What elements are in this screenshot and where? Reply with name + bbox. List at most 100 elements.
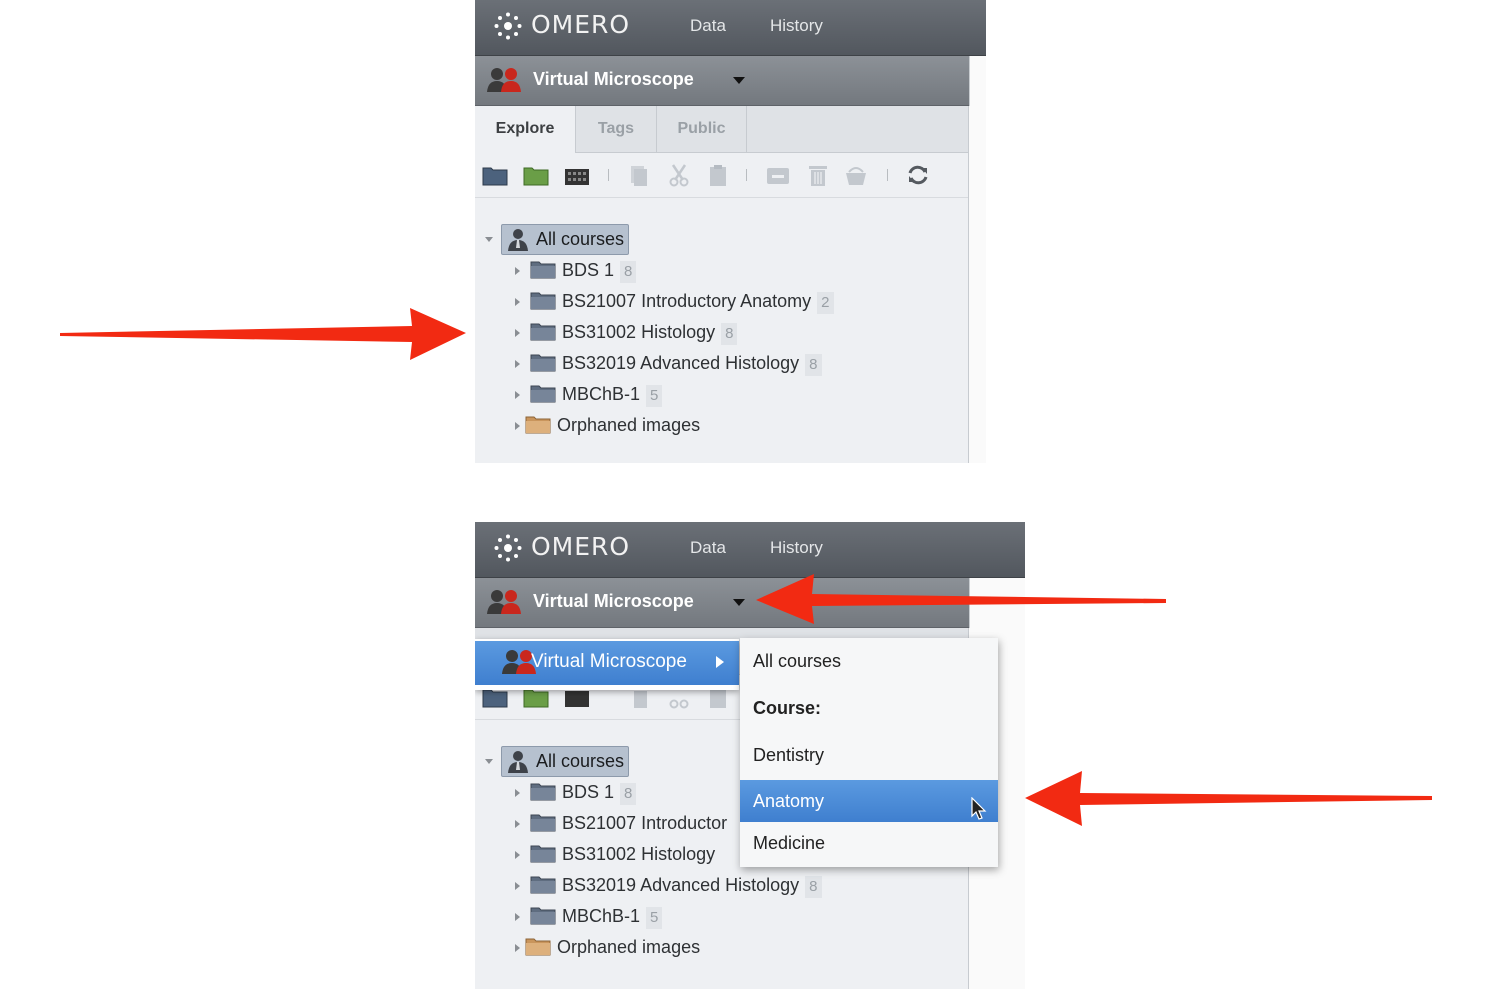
tab-public[interactable]: Public: [657, 106, 747, 152]
tree-item-label: BDS 1: [562, 260, 615, 280]
toolbar-divider: [746, 169, 747, 181]
folder-icon: [530, 905, 556, 925]
group-submenu: All courses Course: Dentistry Anatomy Me…: [740, 638, 998, 867]
cut-icon[interactable]: [666, 163, 692, 187]
copy-icon[interactable]: [626, 163, 652, 187]
right-pane-header: [969, 578, 1025, 628]
group-name: Virtual Microscope: [533, 591, 694, 611]
expand-icon[interactable]: [515, 360, 520, 369]
tree-item-label: Orphaned images: [557, 937, 701, 957]
tab-explore[interactable]: Explore: [475, 106, 576, 153]
top-navbar: OMERO Data History: [475, 522, 1025, 578]
omero-logo-text[interactable]: OMERO: [531, 10, 630, 39]
pane-divider[interactable]: [968, 106, 969, 463]
refresh-icon[interactable]: [905, 163, 931, 187]
group-selector[interactable]: Virtual Microscope: [475, 578, 969, 628]
submenu-item-all-courses[interactable]: All courses: [740, 640, 998, 682]
nav-history[interactable]: History: [770, 538, 823, 558]
tree-item[interactable]: MBChB-1 5: [515, 380, 663, 408]
mouse-cursor-icon: [971, 797, 987, 820]
new-screen-icon[interactable]: [564, 163, 590, 187]
toolbar-divider: [887, 169, 888, 181]
tree-item-label: Orphaned images: [557, 415, 701, 435]
tree-item[interactable]: BS31002 Histology: [515, 840, 715, 868]
submenu-arrow-icon: [716, 656, 724, 668]
folder-icon: [530, 843, 556, 863]
tree-item-label: BS32019 Advanced Histology: [562, 875, 800, 895]
tree-item-label: BS21007 Introductor: [562, 813, 728, 833]
tree-item[interactable]: BS32019 Advanced Histology 8: [515, 349, 822, 377]
tree-item-label: BDS 1: [562, 782, 615, 802]
delete-icon[interactable]: [805, 163, 831, 187]
child-count-badge: 8: [805, 876, 822, 898]
submenu-item-anatomy[interactable]: Anatomy: [740, 780, 998, 822]
chevron-down-icon[interactable]: [733, 77, 745, 84]
nav-data[interactable]: Data: [690, 16, 726, 36]
group-dropdown-menu: Virtual Microscope: [475, 639, 739, 690]
omero-panel-top: OMERO Data History Virtual Microscope Ex…: [475, 0, 986, 463]
expand-icon[interactable]: [515, 882, 520, 891]
remove-icon[interactable]: [765, 163, 791, 187]
child-count-badge: 5: [646, 907, 663, 929]
new-project-icon[interactable]: [482, 163, 508, 187]
right-pane-header: [969, 56, 986, 106]
expand-icon[interactable]: [515, 422, 520, 431]
folder-icon: [530, 321, 556, 341]
folder-icon: [530, 874, 556, 894]
omero-logo-icon[interactable]: [494, 534, 522, 562]
tree-item[interactable]: BS32019 Advanced Histology 8: [515, 871, 822, 899]
submenu-item-medicine[interactable]: Medicine: [740, 822, 998, 864]
expand-icon[interactable]: [515, 298, 520, 307]
tree-root-all-courses[interactable]: All courses: [501, 224, 630, 255]
expand-icon[interactable]: [515, 944, 520, 953]
group-selector[interactable]: Virtual Microscope: [475, 56, 969, 106]
omero-logo-text[interactable]: OMERO: [531, 532, 630, 561]
tree-root-label: All courses: [536, 751, 625, 771]
tree-item[interactable]: BS21007 Introductory Anatomy 2: [515, 287, 834, 315]
folder-icon: [530, 812, 556, 832]
folder-icon: [530, 259, 556, 279]
tree-item[interactable]: MBChB-1 5: [515, 902, 663, 930]
tree-item-label: BS31002 Histology: [562, 322, 716, 342]
child-count-badge: 2: [817, 292, 834, 314]
tree-toolbar: [475, 153, 969, 198]
omero-logo-icon[interactable]: [494, 12, 522, 40]
collapse-toggle-icon[interactable]: [485, 759, 493, 764]
expand-icon[interactable]: [515, 913, 520, 922]
expand-icon[interactable]: [515, 789, 520, 798]
right-pane: [969, 106, 986, 463]
tab-tags[interactable]: Tags: [576, 106, 657, 152]
menu-item-virtual-microscope[interactable]: Virtual Microscope: [475, 641, 739, 685]
user-icon: [506, 228, 530, 252]
tree-item[interactable]: BDS 18: [515, 256, 637, 284]
submenu-item-dentistry[interactable]: Dentistry: [740, 734, 998, 776]
folder-icon: [530, 383, 556, 403]
omero-panel-bottom: OMERO Data History Virtual Microscope Al…: [475, 522, 1025, 989]
child-count-badge: 8: [805, 354, 822, 376]
chevron-down-icon[interactable]: [733, 599, 745, 606]
nav-history[interactable]: History: [770, 16, 823, 36]
expand-icon[interactable]: [515, 329, 520, 338]
tree-item-orphaned[interactable]: Orphaned images: [515, 933, 700, 961]
nav-data[interactable]: Data: [690, 538, 726, 558]
tree-item[interactable]: BS31002 Histology 8: [515, 318, 738, 346]
tree-item-orphaned[interactable]: Orphaned images: [515, 411, 700, 439]
tree-item[interactable]: BS21007 Introductor: [515, 809, 727, 837]
expand-icon[interactable]: [515, 820, 520, 829]
annotation-arrow-tree: [60, 308, 466, 360]
folder-icon: [530, 781, 556, 801]
tree-item[interactable]: BDS 18: [515, 778, 637, 806]
toolbar-divider: [608, 169, 609, 181]
paste-icon[interactable]: [705, 163, 731, 187]
submenu-item-label: Anatomy: [753, 791, 825, 811]
tree-root-all-courses[interactable]: All courses: [501, 746, 630, 777]
tree-root-label: All courses: [536, 229, 625, 249]
new-dataset-icon[interactable]: [523, 163, 549, 187]
collapse-toggle-icon[interactable]: [485, 237, 493, 242]
child-count-badge: 8: [620, 261, 637, 283]
expand-icon[interactable]: [515, 267, 520, 276]
expand-icon[interactable]: [515, 851, 520, 860]
chgrp-icon[interactable]: [843, 163, 869, 187]
tree-item-label: MBChB-1: [562, 906, 641, 926]
expand-icon[interactable]: [515, 391, 520, 400]
